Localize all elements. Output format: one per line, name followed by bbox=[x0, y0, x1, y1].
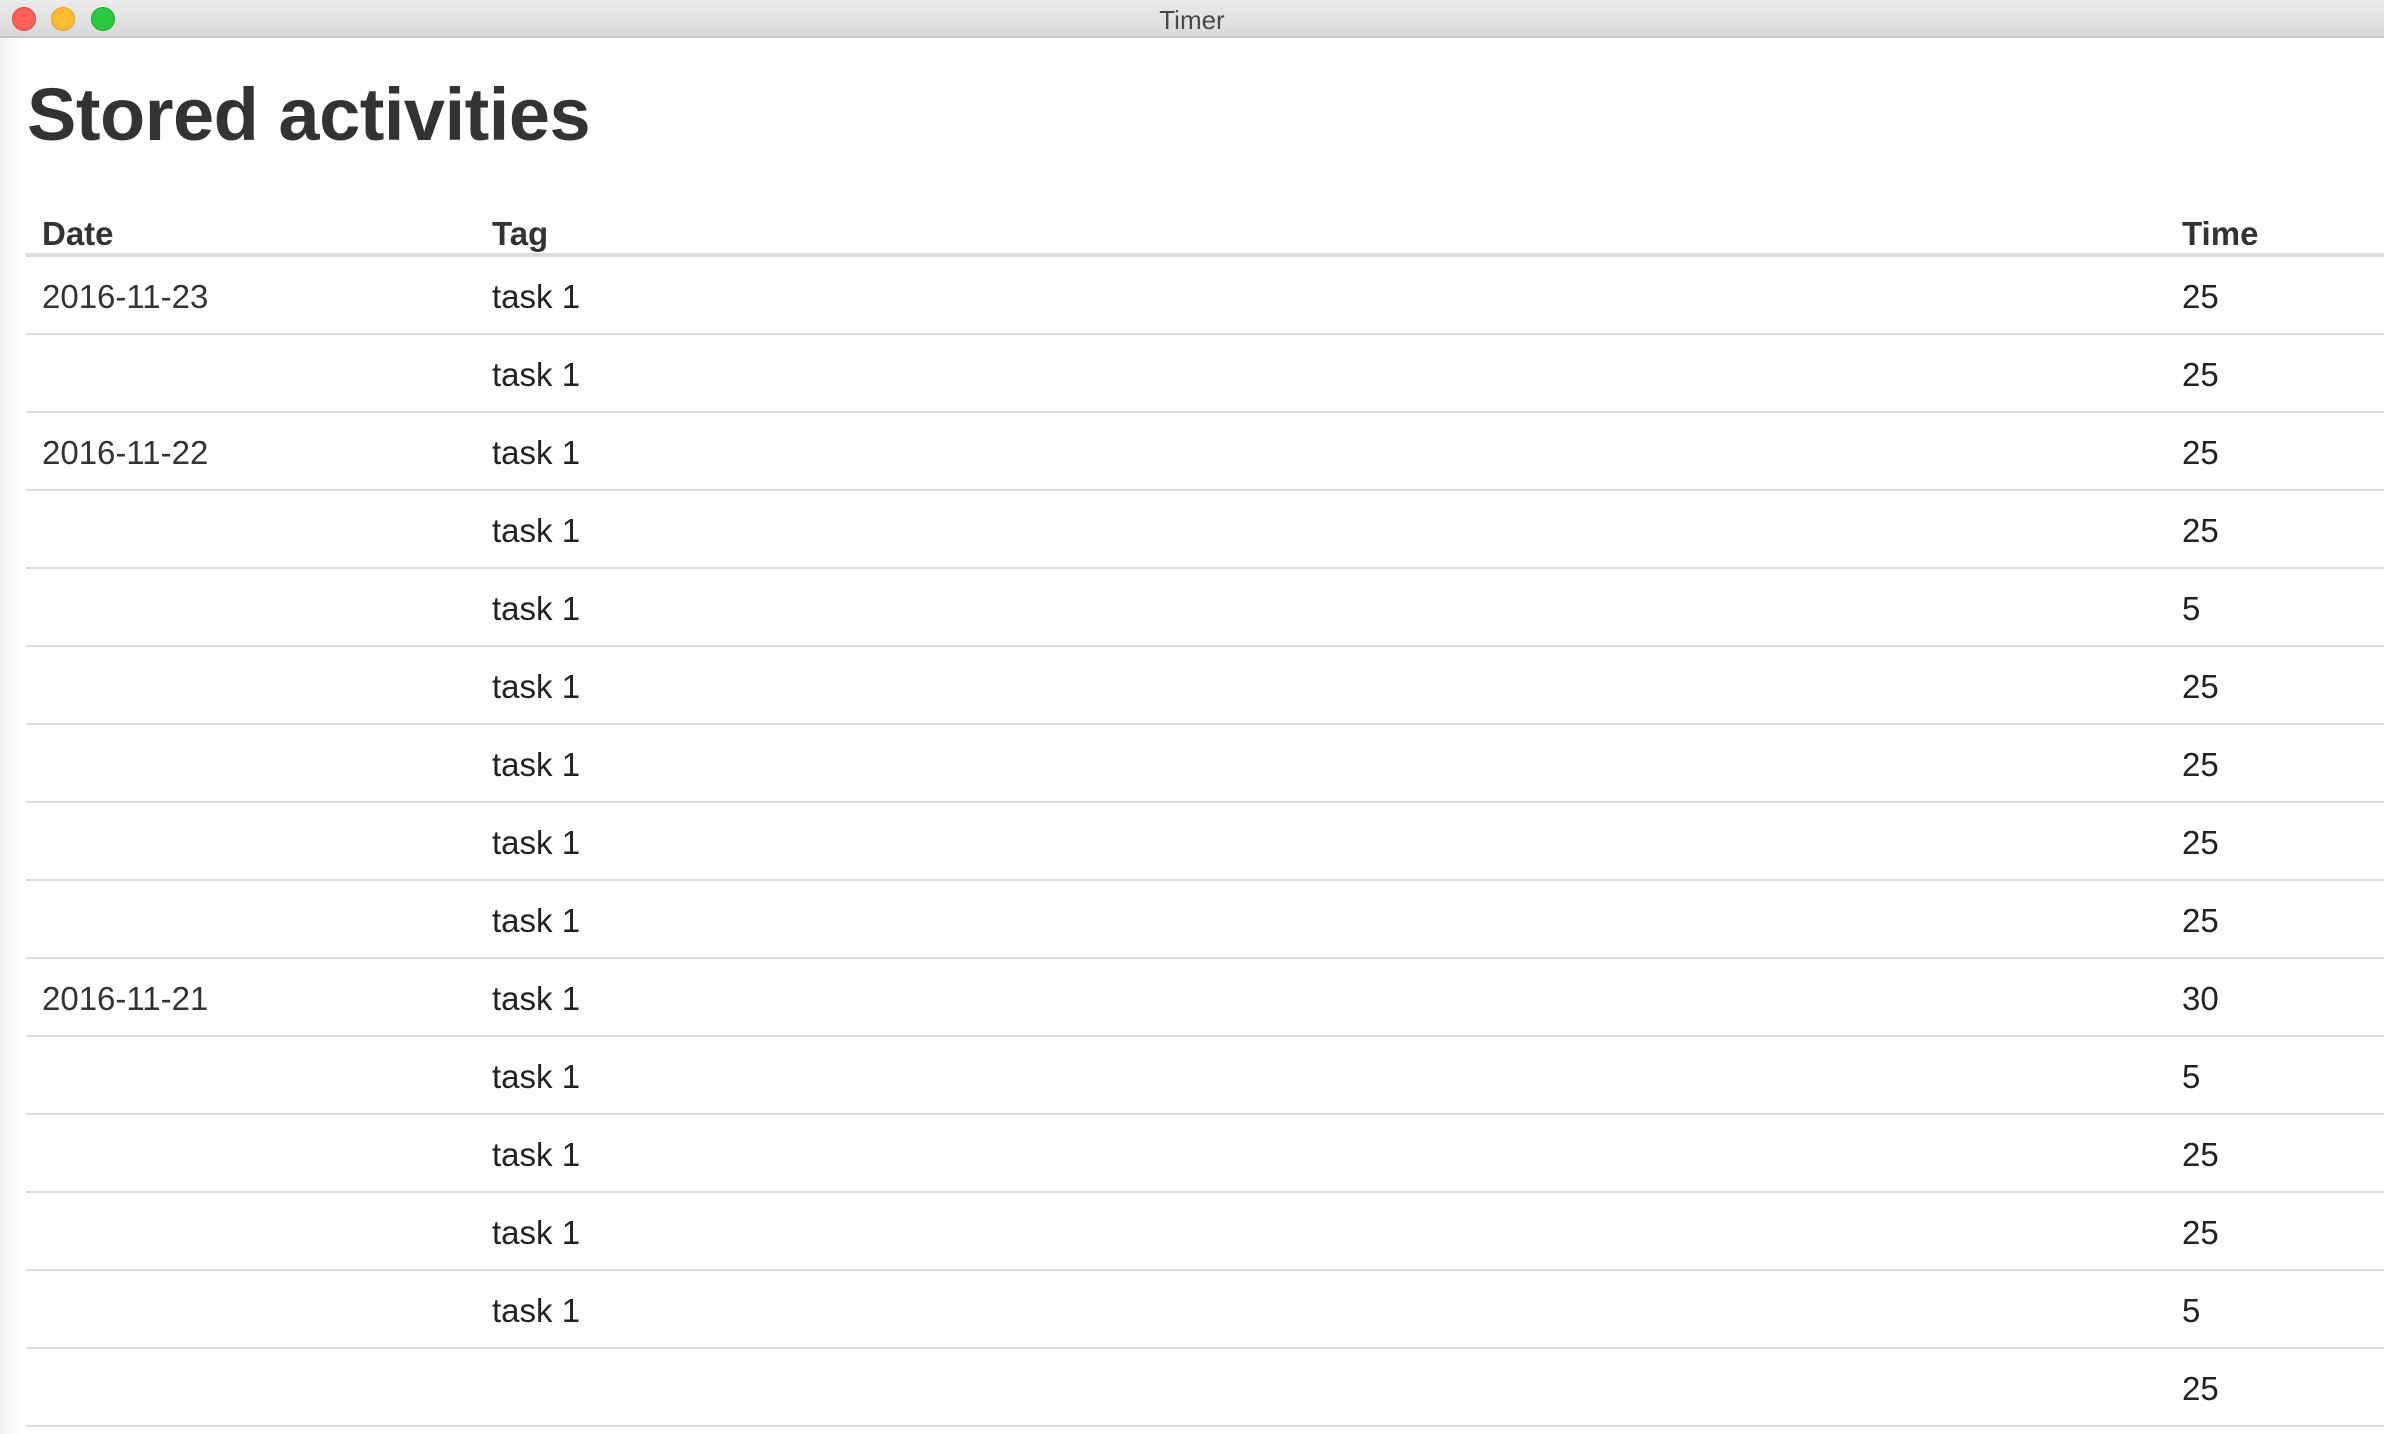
table-row: task 1 25 bbox=[26, 1193, 2384, 1271]
cell-time: 25 bbox=[2182, 1136, 2219, 1173]
cell-tag: task 1 bbox=[492, 1214, 581, 1251]
cell-time: 25 bbox=[2182, 356, 2219, 393]
cell-time: 30 bbox=[2182, 980, 2219, 1017]
cell-date: 2016-11-23 bbox=[42, 278, 209, 315]
cell-date: 2016-11-21 bbox=[42, 980, 209, 1017]
table-row: task 1 5 bbox=[26, 1037, 2384, 1115]
cell-tag: task 1 bbox=[492, 356, 581, 393]
table-row: 2016-11-23 task 1 25 bbox=[26, 257, 2384, 335]
cell-time: 25 bbox=[2182, 434, 2219, 471]
cell-tag: task 1 bbox=[492, 278, 581, 315]
cell-time: 25 bbox=[2182, 902, 2219, 939]
table-row: 2016-11-22 task 1 25 bbox=[26, 413, 2384, 491]
cell-tag: task 1 bbox=[492, 1058, 581, 1095]
cell-time: 25 bbox=[2182, 278, 2219, 315]
cell-time: 25 bbox=[2182, 1370, 2219, 1407]
main-content: Stored activities Date Tag Time 2016-11-… bbox=[0, 38, 2384, 1434]
table-row: task 1 5 bbox=[26, 569, 2384, 647]
cell-tag: task 1 bbox=[492, 1136, 581, 1173]
cell-time: 25 bbox=[2182, 746, 2219, 783]
cell-tag: task 1 bbox=[492, 902, 581, 939]
table-row: task 1 25 bbox=[26, 491, 2384, 569]
page-title: Stored activities bbox=[27, 73, 591, 156]
table-body: 2016-11-23 task 1 25 task 1 25 2016-11-22 task… bbox=[26, 257, 2384, 1427]
table-row: 2016-11-21 task 1 30 bbox=[26, 959, 2384, 1037]
column-header-date: Date bbox=[42, 215, 114, 252]
cell-time: 25 bbox=[2182, 1214, 2219, 1251]
cell-time: 5 bbox=[2182, 1292, 2201, 1329]
cell-time: 25 bbox=[2182, 668, 2219, 705]
table-row: task 1 25 bbox=[26, 647, 2384, 725]
app-window: Timer Stored activities Date Tag Time 20… bbox=[0, 0, 2384, 1434]
window-title: Timer bbox=[1159, 5, 1225, 35]
table-row: task 1 5 bbox=[26, 1271, 2384, 1349]
cell-tag: task 1 bbox=[492, 746, 581, 783]
cell-date: 2016-11-22 bbox=[42, 434, 209, 471]
cell-tag: task 1 bbox=[492, 1292, 581, 1329]
table-row: task 1 25 bbox=[26, 1115, 2384, 1193]
title-bar[interactable]: Timer bbox=[0, 0, 2384, 38]
cell-tag: task 1 bbox=[492, 434, 581, 471]
cell-tag: task 1 bbox=[492, 980, 581, 1017]
cell-tag: task 1 bbox=[492, 668, 581, 705]
activities-table: Date Tag Time 2016-11-23 task 1 25 task 1 25… bbox=[26, 195, 2384, 1427]
cell-tag: task 1 bbox=[492, 590, 581, 627]
cell-time: 25 bbox=[2182, 512, 2219, 549]
cell-time: 5 bbox=[2182, 590, 2201, 627]
cell-time: 25 bbox=[2182, 824, 2219, 861]
cell-tag: task 1 bbox=[492, 824, 581, 861]
table-header: Date Tag Time bbox=[26, 195, 2384, 257]
table-row: task 1 25 bbox=[26, 725, 2384, 803]
table-row: task 1 25 bbox=[26, 335, 2384, 413]
cell-tag: task 1 bbox=[492, 512, 581, 549]
column-header-time: Time bbox=[2182, 215, 2259, 252]
cell-time: 5 bbox=[2182, 1058, 2201, 1095]
table-row: task 1 25 bbox=[26, 803, 2384, 881]
table-row: 25 bbox=[26, 1349, 2384, 1427]
table-row: task 1 25 bbox=[26, 881, 2384, 959]
column-header-tag: Tag bbox=[492, 215, 549, 252]
